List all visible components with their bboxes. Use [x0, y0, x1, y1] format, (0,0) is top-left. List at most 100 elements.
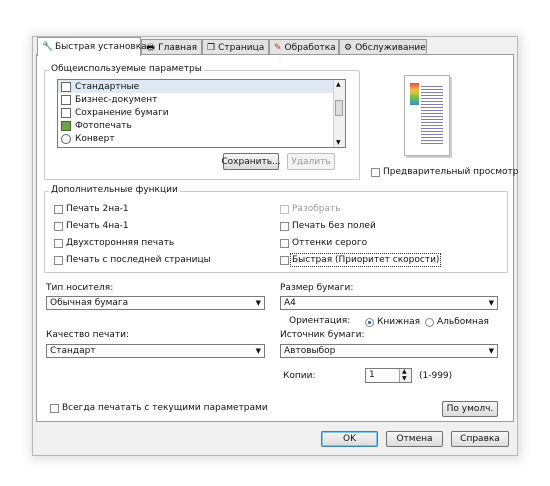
- list-item-label: Фотопечать: [75, 120, 132, 131]
- checkbox[interactable]: [280, 238, 289, 248]
- tab-label: Главная: [158, 42, 197, 53]
- decrement-icon[interactable]: ▼: [402, 375, 407, 382]
- paper-saving-icon: [61, 107, 71, 118]
- copies-spin-buttons[interactable]: ▲ ▼: [399, 368, 411, 382]
- ok-button[interactable]: OK: [321, 431, 378, 447]
- option-label: Печать 4на-1: [66, 221, 129, 231]
- paper-size-label: Размер бумаги:: [280, 283, 354, 293]
- preview-option[interactable]: Предварительный просмотр: [371, 166, 518, 178]
- landscape-option[interactable]: Альбомная: [425, 316, 489, 328]
- borderless-option[interactable]: Печать без полей: [280, 220, 376, 232]
- common-settings-list[interactable]: Стандартные Бизнес-документ Сохранение б…: [57, 79, 346, 148]
- media-type-select[interactable]: Обычная бумага ▼: [46, 296, 265, 310]
- scroll-down-icon[interactable]: ▼: [336, 139, 341, 146]
- processing-icon: ✎: [274, 42, 282, 53]
- always-print-checkbox[interactable]: [50, 403, 59, 413]
- fast-mode-option[interactable]: Быстрая (Приоритет скорости): [280, 253, 442, 267]
- paper-source-label: Источник бумаги:: [280, 330, 365, 340]
- business-document-icon: [61, 94, 71, 105]
- landscape-radio[interactable]: [425, 317, 434, 327]
- list-item[interactable]: Сохранение бумаги: [58, 106, 345, 119]
- copies-range: (1-999): [419, 371, 453, 381]
- tab-label: Обслуживание: [355, 42, 426, 53]
- checkbox[interactable]: [54, 238, 63, 248]
- scroll-thumb[interactable]: [335, 100, 343, 116]
- scroll-up-icon[interactable]: ▲: [336, 81, 341, 88]
- standard-icon: [61, 81, 71, 92]
- list-item-label: Конверт: [75, 133, 115, 144]
- tab-maintenance[interactable]: ⚙ Обслуживание: [339, 39, 427, 55]
- tab-quick-setup[interactable]: 🔧 Быстрая установка: [37, 37, 147, 56]
- copies-label: Копии:: [283, 371, 316, 381]
- preview-checkbox[interactable]: [371, 167, 380, 177]
- paper-source-value: Автовыбор: [284, 346, 336, 356]
- additional-functions-title: Дополнительные функции: [49, 185, 180, 195]
- chevron-down-icon: ▼: [488, 299, 494, 307]
- chevron-down-icon: ▼: [255, 347, 261, 355]
- common-settings-title: Общеиспользуемые параметры: [49, 64, 204, 74]
- preview-label: Предварительный просмотр: [383, 167, 519, 177]
- copies-stepper[interactable]: 1 ▲ ▼: [365, 368, 412, 383]
- tab-main[interactable]: 🖶 Главная: [141, 39, 202, 55]
- media-type-value: Обычная бумага: [50, 298, 129, 308]
- list-item-label: Сохранение бумаги: [75, 107, 169, 118]
- list-scrollbar[interactable]: ▲ ▼: [333, 80, 345, 147]
- paper-size-select[interactable]: A4 ▼: [280, 296, 498, 310]
- maintenance-icon: ⚙: [344, 42, 353, 53]
- photo-print-icon: [61, 120, 71, 131]
- increment-icon[interactable]: ▲: [402, 368, 407, 375]
- option-label: Разобрать: [292, 204, 341, 214]
- print-quality-value: Стандарт: [50, 346, 96, 356]
- always-print-option[interactable]: Всегда печатать с текущими параметрами: [50, 402, 268, 414]
- checkbox[interactable]: [54, 255, 63, 265]
- delete-button[interactable]: Удалить: [287, 153, 335, 170]
- checkbox[interactable]: [280, 255, 289, 265]
- help-button[interactable]: Справка: [451, 431, 509, 447]
- list-item[interactable]: Бизнес-документ: [58, 93, 345, 106]
- main-icon: 🖶: [146, 42, 155, 53]
- portrait-label: Книжная: [377, 317, 421, 327]
- print-2-on-1-option[interactable]: Печать 2на-1: [54, 203, 129, 215]
- option-label: Печать 2на-1: [66, 204, 129, 214]
- checkbox[interactable]: [280, 204, 289, 214]
- orientation-label: Ориентация:: [289, 316, 351, 326]
- list-item[interactable]: Стандартные: [58, 80, 345, 93]
- portrait-option[interactable]: Книжная: [365, 316, 420, 328]
- page-setup-icon: ❐: [207, 42, 216, 53]
- chevron-down-icon: ▼: [488, 347, 494, 355]
- option-label: Печать с последней страницы: [66, 255, 211, 265]
- print-quality-label: Качество печати:: [46, 330, 129, 340]
- checkbox[interactable]: [54, 204, 63, 214]
- list-item[interactable]: Фотопечать: [58, 119, 345, 132]
- grayscale-option[interactable]: Оттенки серого: [280, 237, 367, 249]
- checkbox[interactable]: [54, 221, 63, 231]
- reverse-order-option[interactable]: Печать с последней страницы: [54, 254, 211, 266]
- landscape-label: Альбомная: [437, 317, 489, 327]
- save-button[interactable]: Сохранить...: [221, 153, 281, 170]
- option-label: Двухсторонняя печать: [66, 238, 175, 248]
- page-preview-image: [404, 75, 450, 156]
- option-label: Оттенки серого: [292, 238, 368, 248]
- defaults-button[interactable]: По умолч.: [442, 401, 498, 417]
- option-label: Печать без полей: [292, 221, 376, 231]
- duplex-option[interactable]: Двухсторонняя печать: [54, 237, 174, 249]
- print-quality-select[interactable]: Стандарт ▼: [46, 344, 265, 358]
- list-item-label: Бизнес-документ: [75, 94, 158, 105]
- quick-setup-icon: 🔧: [42, 42, 54, 52]
- tab-label: Быстрая установка: [55, 42, 147, 52]
- tab-label: Обработка: [284, 42, 336, 53]
- portrait-radio[interactable]: [365, 317, 374, 327]
- always-print-label: Всегда печатать с текущими параметрами: [62, 403, 268, 413]
- paper-source-select[interactable]: Автовыбор ▼: [280, 344, 498, 358]
- tab-page-setup[interactable]: ❐ Страница: [202, 39, 269, 55]
- option-label: Быстрая (Приоритет скорости): [289, 253, 442, 267]
- cancel-button[interactable]: Отмена: [386, 431, 443, 447]
- text-lines: [421, 84, 443, 146]
- checkbox[interactable]: [280, 221, 289, 231]
- tab-processing[interactable]: ✎ Обработка: [269, 39, 339, 55]
- copies-value: 1: [369, 370, 375, 380]
- list-item[interactable]: Конверт: [58, 132, 345, 145]
- chevron-down-icon: ▼: [255, 299, 261, 307]
- collate-option[interactable]: Разобрать: [280, 203, 341, 215]
- print-4-on-1-option[interactable]: Печать 4на-1: [54, 220, 129, 232]
